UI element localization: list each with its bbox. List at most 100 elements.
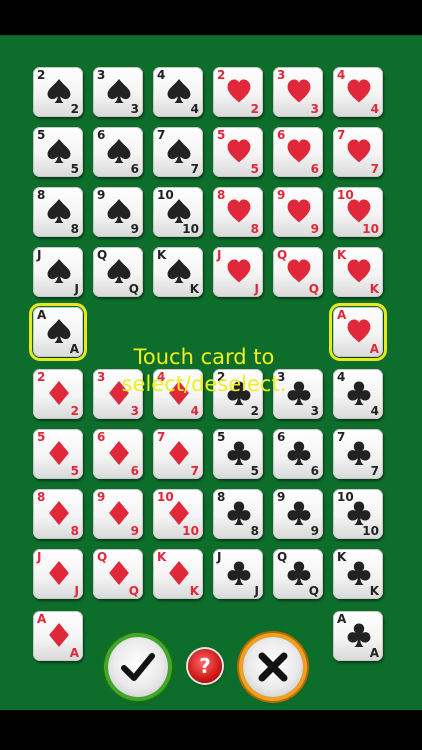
card-rank-top: 5 xyxy=(37,430,46,444)
card-rank-bottom: 5 xyxy=(250,464,259,478)
card-5-of-spades[interactable]: 55 xyxy=(33,127,83,177)
card-rank-bottom: 8 xyxy=(70,222,79,236)
card-2-of-diamonds[interactable]: 22 xyxy=(33,369,83,419)
card-j-of-clubs[interactable]: JJ xyxy=(213,549,263,599)
card-q-of-hearts[interactable]: QQ xyxy=(273,247,323,297)
card-a-of-diamonds[interactable]: AA xyxy=(33,611,83,661)
spade-icon xyxy=(106,257,132,285)
spade-icon xyxy=(166,77,192,105)
card-q-of-spades[interactable]: QQ xyxy=(93,247,143,297)
card-rank-top: 2 xyxy=(37,68,46,82)
heart-icon xyxy=(346,137,372,165)
diamond-icon xyxy=(106,499,132,527)
card-rank-bottom: K xyxy=(189,282,199,296)
card-rank-bottom: 6 xyxy=(310,162,319,176)
card-rank-top: 8 xyxy=(37,188,46,202)
card-9-of-spades[interactable]: 99 xyxy=(93,187,143,237)
heart-icon xyxy=(286,77,312,105)
card-9-of-diamonds[interactable]: 99 xyxy=(93,489,143,539)
card-rank-top: 8 xyxy=(37,490,46,504)
heart-icon xyxy=(286,137,312,165)
card-rank-bottom: 8 xyxy=(250,222,259,236)
spade-icon xyxy=(106,137,132,165)
card-rank-bottom: 3 xyxy=(310,102,319,116)
card-6-of-clubs[interactable]: 66 xyxy=(273,429,323,479)
card-rank-top: 2 xyxy=(37,370,46,384)
card-7-of-clubs[interactable]: 77 xyxy=(333,429,383,479)
x-icon xyxy=(258,652,288,682)
card-rank-bottom: 10 xyxy=(182,222,199,236)
card-rank-bottom: A xyxy=(69,342,79,356)
card-7-of-diamonds[interactable]: 77 xyxy=(153,429,203,479)
card-7-of-hearts[interactable]: 77 xyxy=(333,127,383,177)
card-7-of-spades[interactable]: 77 xyxy=(153,127,203,177)
card-rank-bottom: 3 xyxy=(130,404,139,418)
card-6-of-hearts[interactable]: 66 xyxy=(273,127,323,177)
card-rank-bottom: 9 xyxy=(130,524,139,538)
card-j-of-spades[interactable]: JJ xyxy=(33,247,83,297)
card-5-of-clubs[interactable]: 55 xyxy=(213,429,263,479)
card-4-of-clubs[interactable]: 44 xyxy=(333,369,383,419)
card-3-of-spades[interactable]: 33 xyxy=(93,67,143,117)
card-a-of-hearts[interactable]: AA xyxy=(329,303,387,361)
card-rank-top: 7 xyxy=(337,128,346,142)
card-10-of-hearts[interactable]: 10 10 xyxy=(333,187,383,237)
card-rank-top: K xyxy=(157,248,167,262)
card-rank-top: 5 xyxy=(217,430,226,444)
card-rank-top: 9 xyxy=(277,188,286,202)
card-k-of-hearts[interactable]: KK xyxy=(333,247,383,297)
card-10-of-diamonds[interactable]: 10 10 xyxy=(153,489,203,539)
card-5-of-hearts[interactable]: 55 xyxy=(213,127,263,177)
cancel-button[interactable] xyxy=(243,637,303,697)
card-a-of-clubs[interactable]: AA xyxy=(333,611,383,661)
card-8-of-clubs[interactable]: 88 xyxy=(213,489,263,539)
card-8-of-diamonds[interactable]: 88 xyxy=(33,489,83,539)
card-9-of-clubs[interactable]: 99 xyxy=(273,489,323,539)
card-rank-bottom: 8 xyxy=(70,524,79,538)
card-a-of-spades[interactable]: AA xyxy=(29,303,87,361)
card-rank-bottom: 2 xyxy=(250,102,259,116)
card-2-of-spades[interactable]: 22 xyxy=(33,67,83,117)
card-rank-bottom: J xyxy=(74,282,79,296)
spade-icon xyxy=(46,257,72,285)
card-rank-top: 5 xyxy=(217,128,226,142)
card-rank-bottom: A xyxy=(369,342,379,356)
card-rank-top: 8 xyxy=(217,188,226,202)
card-9-of-hearts[interactable]: 99 xyxy=(273,187,323,237)
club-icon xyxy=(346,439,372,467)
card-8-of-spades[interactable]: 88 xyxy=(33,187,83,237)
card-rank-bottom: 5 xyxy=(250,162,259,176)
card-rank-top: A xyxy=(337,612,347,626)
card-5-of-diamonds[interactable]: 55 xyxy=(33,429,83,479)
card-j-of-diamonds[interactable]: JJ xyxy=(33,549,83,599)
card-j-of-hearts[interactable]: JJ xyxy=(213,247,263,297)
card-4-of-hearts[interactable]: 44 xyxy=(333,67,383,117)
card-rank-bottom: Q xyxy=(308,584,319,598)
card-10-of-clubs[interactable]: 10 10 xyxy=(333,489,383,539)
card-rank-bottom: Q xyxy=(308,282,319,296)
card-3-of-hearts[interactable]: 33 xyxy=(273,67,323,117)
help-button[interactable]: ? xyxy=(188,649,222,683)
card-rank-bottom: K xyxy=(369,584,379,598)
card-10-of-spades[interactable]: 10 10 xyxy=(153,187,203,237)
card-rank-bottom: K xyxy=(369,282,379,296)
card-rank-bottom: 4 xyxy=(190,102,199,116)
card-rank-top: A xyxy=(37,308,47,322)
card-2-of-hearts[interactable]: 22 xyxy=(213,67,263,117)
card-q-of-diamonds[interactable]: QQ xyxy=(93,549,143,599)
ok-button[interactable] xyxy=(108,637,168,697)
card-rank-top: A xyxy=(37,612,47,626)
heart-icon xyxy=(346,257,372,285)
card-rank-top: J xyxy=(37,550,42,564)
card-8-of-hearts[interactable]: 88 xyxy=(213,187,263,237)
card-q-of-clubs[interactable]: QQ xyxy=(273,549,323,599)
card-rank-top: A xyxy=(337,308,347,322)
club-icon xyxy=(346,379,372,407)
card-6-of-spades[interactable]: 66 xyxy=(93,127,143,177)
card-k-of-diamonds[interactable]: KK xyxy=(153,549,203,599)
card-k-of-clubs[interactable]: KK xyxy=(333,549,383,599)
card-6-of-diamonds[interactable]: 66 xyxy=(93,429,143,479)
card-k-of-spades[interactable]: KK xyxy=(153,247,203,297)
card-rank-top: 6 xyxy=(97,430,106,444)
card-4-of-spades[interactable]: 44 xyxy=(153,67,203,117)
